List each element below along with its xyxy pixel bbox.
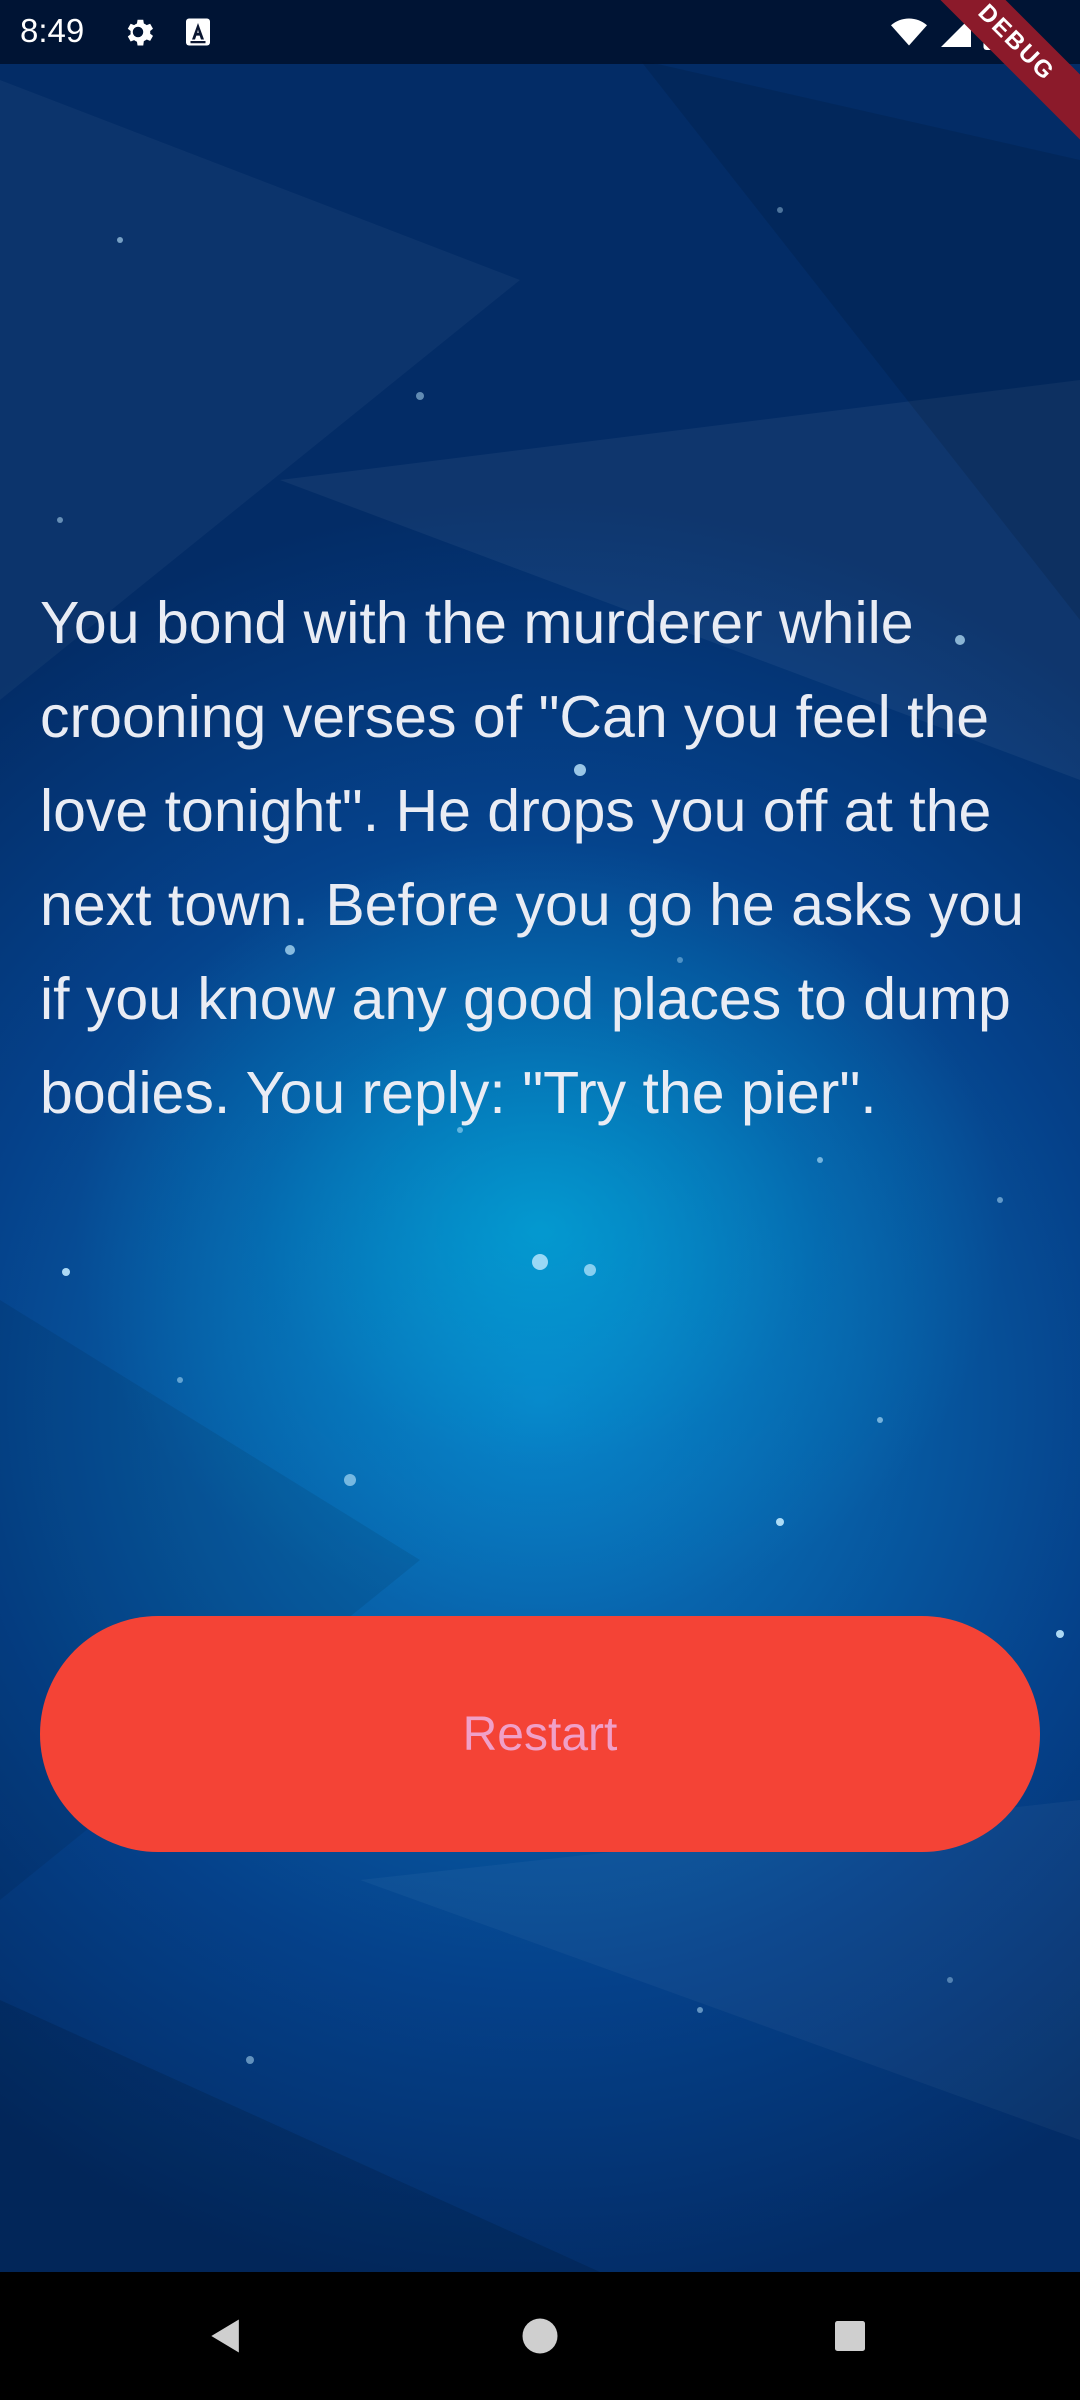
gear-icon (120, 14, 156, 50)
home-icon[interactable] (500, 2296, 580, 2376)
status-time: 8:49 (20, 12, 85, 49)
font-a-icon (180, 14, 216, 50)
story-text: You bond with the murderer while croonin… (40, 590, 1024, 1126)
recents-icon[interactable] (810, 2296, 890, 2376)
app-screen: 8:49 DEBUG You bond with the murderer wh… (0, 0, 1080, 2400)
restart-button[interactable]: Restart (40, 1616, 1040, 1852)
status-bar: 8:49 (0, 0, 1080, 64)
back-icon[interactable] (186, 2296, 266, 2376)
navigation-bar (0, 2272, 1080, 2400)
wifi-icon (890, 14, 927, 50)
